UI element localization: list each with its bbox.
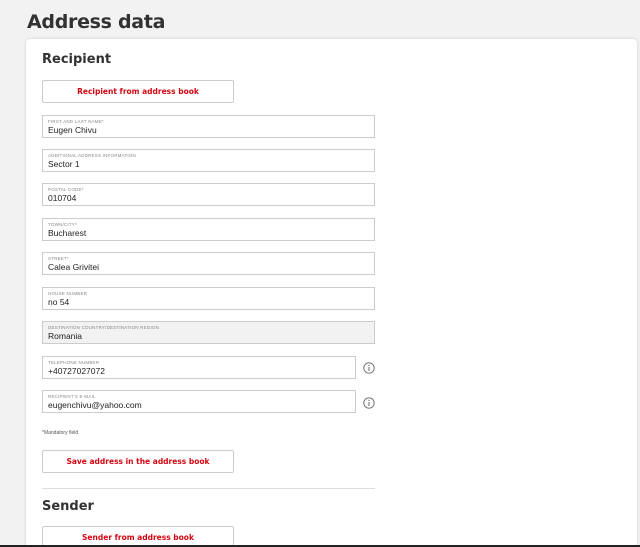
section-divider (42, 488, 375, 489)
street-label: STREET* (48, 256, 69, 261)
sender-from-address-book-button[interactable]: Sender from address book (42, 526, 234, 547)
city-label: TOWN/CITY* (48, 222, 77, 227)
postal-code-label: POSTAL CODE* (48, 187, 84, 192)
postal-code-field[interactable]: POSTAL CODE* 010704 (42, 183, 375, 206)
telephone-info-icon[interactable] (363, 362, 375, 374)
mandatory-field-hint: *Mandatory field (42, 430, 79, 436)
page-title: Address data (27, 11, 166, 33)
additional-address-value: Sector 1 (48, 159, 80, 169)
telephone-field[interactable]: TELEPHONE NUMBER +40727027072 (42, 356, 356, 379)
city-value: Bucharest (48, 228, 87, 238)
recipient-name-field[interactable]: FIRST AND LAST NAME* Eugen Chivu (42, 115, 375, 138)
additional-address-field[interactable]: ADDITIONAL ADDRESS INFORMATION Sector 1 (42, 149, 375, 172)
recipient-name-value: Eugen Chivu (48, 125, 97, 135)
house-number-field[interactable]: HOUSE NUMBER no 54 (42, 287, 375, 310)
city-field[interactable]: TOWN/CITY* Bucharest (42, 218, 375, 241)
house-number-label: HOUSE NUMBER (48, 291, 88, 296)
recipient-section-title: Recipient (42, 52, 112, 67)
email-value: eugenchivu@yahoo.com (48, 400, 142, 410)
destination-country-value: Romania (48, 331, 83, 341)
street-field[interactable]: STREET* Calea Grivitei (42, 252, 375, 275)
destination-country-label: DESTINATION COUNTRY/DESTINATION REGION (48, 325, 160, 330)
email-info-icon[interactable] (363, 397, 375, 409)
house-number-value: no 54 (48, 297, 70, 307)
destination-country-field: DESTINATION COUNTRY/DESTINATION REGION R… (42, 321, 375, 344)
email-field[interactable]: RECIPIENT'S E-MAIL eugenchivu@yahoo.com (42, 390, 356, 413)
telephone-value: +40727027072 (48, 366, 105, 376)
postal-code-value: 010704 (48, 193, 77, 203)
additional-address-label: ADDITIONAL ADDRESS INFORMATION (48, 153, 137, 158)
street-value: Calea Grivitei (48, 262, 100, 272)
save-address-button[interactable]: Save address in the address book (42, 450, 234, 473)
recipient-name-label: FIRST AND LAST NAME* (48, 119, 104, 124)
recipient-from-address-book-button[interactable]: Recipient from address book (42, 80, 234, 103)
email-label: RECIPIENT'S E-MAIL (48, 394, 96, 399)
address-form-card: Recipient Recipient from address book FI… (26, 39, 637, 547)
sender-section-title: Sender (42, 499, 94, 514)
telephone-label: TELEPHONE NUMBER (48, 360, 100, 365)
